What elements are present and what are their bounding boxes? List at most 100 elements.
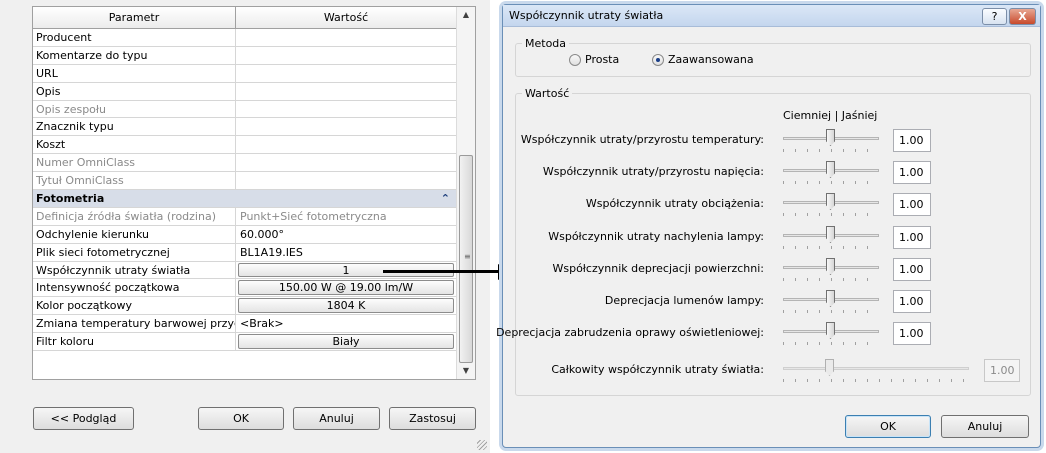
factor-slider[interactable] xyxy=(783,161,879,185)
row-key: Tytuł OmniClass xyxy=(33,172,236,190)
factor-label: Współczynnik utraty nachylenia lampy: xyxy=(548,230,764,243)
row-key: Koszt xyxy=(33,136,236,154)
factor-row-ballast: Współczynnik utraty obciążenia: 1.00 xyxy=(503,193,1040,217)
slider-thumb[interactable] xyxy=(826,322,835,339)
factor-row-surface: Współczynnik deprecjacji powierzchni: 1.… xyxy=(503,258,1040,282)
row-tilt-angle[interactable]: Odchylenie kierunku 60.000° xyxy=(33,225,456,244)
initial-color-button[interactable]: 1804 K xyxy=(238,298,454,314)
radio-advanced[interactable]: Zaawansowana xyxy=(652,53,754,66)
grid-header: Parametr Wartość xyxy=(33,7,456,29)
row-value[interactable]: 60.000° xyxy=(236,226,456,243)
grid-rows: Producent Komentarze do typu URL Opis Op… xyxy=(33,29,456,352)
row-key: Zmiana temperatury barwowej przyci xyxy=(33,315,236,333)
row-value[interactable] xyxy=(236,29,456,46)
slider-thumb[interactable] xyxy=(826,193,835,210)
row-color-filter[interactable]: Filtr koloru Biały xyxy=(33,333,456,352)
factor-label: Współczynnik deprecjacji powierzchni: xyxy=(552,262,764,275)
row-value[interactable] xyxy=(236,136,456,153)
row-photometric-web-file[interactable]: Plik sieci fotometrycznej BL1A19.IES xyxy=(33,243,456,262)
row-initial-intensity[interactable]: Intensywność początkowa 150.00 W @ 19.00… xyxy=(33,279,456,298)
help-button[interactable]: ? xyxy=(982,8,1007,25)
row-key: Znacznik typu xyxy=(33,118,236,136)
slider-thumb[interactable] xyxy=(826,290,835,307)
row-value xyxy=(236,172,456,189)
dialog-title-bar[interactable]: Współczynnik utraty światła ? X xyxy=(503,5,1040,27)
row-value[interactable]: BL1A19.IES xyxy=(236,244,456,261)
slider-thumb[interactable] xyxy=(826,161,835,178)
row-producent[interactable]: Producent xyxy=(33,29,456,47)
slider-thumb[interactable] xyxy=(826,226,835,243)
row-key: URL xyxy=(33,64,236,82)
slider-thumb[interactable] xyxy=(826,258,835,275)
row-value[interactable] xyxy=(236,83,456,100)
row-initial-color[interactable]: Kolor początkowy 1804 K xyxy=(33,297,456,316)
row-key: Producent xyxy=(33,29,236,46)
value-label: Wartość xyxy=(522,87,573,100)
close-button[interactable]: X xyxy=(1009,8,1036,25)
factor-slider[interactable] xyxy=(783,258,879,282)
row-key: Komentarze do typu xyxy=(33,46,236,64)
row-key: Odchylenie kierunku xyxy=(33,225,236,243)
factor-value-input[interactable]: 1.00 xyxy=(893,161,931,184)
factor-row-dirt: Deprecjacja zabrudzenia oprawy oświetlen… xyxy=(496,322,1040,346)
factor-row-lamp-tilt: Współczynnik utraty nachylenia lampy: 1.… xyxy=(503,226,1040,250)
row-key: Intensywność początkowa xyxy=(33,279,236,297)
dialog-cancel-button[interactable]: Anuluj xyxy=(941,415,1029,438)
factor-value-input[interactable]: 1.00 xyxy=(893,129,931,152)
method-group: Metoda Prosta Zaawansowana xyxy=(515,37,1031,77)
row-value[interactable] xyxy=(236,47,456,64)
factor-value-input[interactable]: 1.00 xyxy=(893,322,931,345)
light-loss-factor-dialog: Współczynnik utraty światła ? X Metoda P… xyxy=(496,4,1041,448)
preview-button[interactable]: << Podgląd xyxy=(33,407,134,430)
scroll-up-icon[interactable]: ▲ xyxy=(457,7,475,23)
slider-thumb xyxy=(825,359,834,376)
factor-row-voltage: Współczynnik utraty/przyrostu napięcia: … xyxy=(503,161,1040,185)
row-type-comments[interactable]: Komentarze do typu xyxy=(33,46,456,65)
section-photometry[interactable]: Fotometria ⌃ xyxy=(33,190,456,208)
header-value[interactable]: Wartość xyxy=(236,7,456,28)
header-parameter[interactable]: Parametr xyxy=(33,7,236,28)
ok-button[interactable]: OK xyxy=(198,407,284,430)
row-value-cell: 1804 K xyxy=(236,297,456,314)
factor-slider[interactable] xyxy=(783,322,879,346)
factor-label: Deprecjacja lumenów lampy: xyxy=(604,294,764,307)
row-dimming-color-temperature[interactable]: Zmiana temperatury barwowej przyci <Brak… xyxy=(33,315,456,334)
vertical-scrollbar[interactable]: ▲ ≡ ▼ xyxy=(456,7,475,379)
row-url[interactable]: URL xyxy=(33,64,456,83)
initial-intensity-button[interactable]: 150.00 W @ 19.00 lm/W xyxy=(238,280,454,296)
row-key: Plik sieci fotometrycznej xyxy=(33,243,236,261)
row-cost[interactable]: Koszt xyxy=(33,136,456,155)
collapse-icon[interactable]: ⌃ xyxy=(441,190,450,207)
scroll-down-icon[interactable]: ▼ xyxy=(457,363,475,379)
total-slider xyxy=(783,359,969,383)
resize-grip-icon[interactable] xyxy=(477,440,487,450)
factor-value-input[interactable]: 1.00 xyxy=(893,193,931,216)
cancel-button[interactable]: Anuluj xyxy=(293,407,380,430)
scroll-thumb[interactable]: ≡ xyxy=(459,155,473,363)
radio-simple-label: Prosta xyxy=(585,53,620,66)
factor-slider[interactable] xyxy=(783,226,879,250)
row-description[interactable]: Opis xyxy=(33,82,456,101)
row-type-mark[interactable]: Znacznik typu xyxy=(33,118,456,137)
radio-advanced-label: Zaawansowana xyxy=(668,53,754,66)
factor-slider[interactable] xyxy=(783,129,879,153)
factor-value-input[interactable]: 1.00 xyxy=(893,258,931,281)
row-assembly-description: Opis zespołu xyxy=(33,100,456,119)
factor-slider[interactable] xyxy=(783,193,879,217)
color-filter-button[interactable]: Biały xyxy=(238,334,454,350)
apply-button[interactable]: Zastosuj xyxy=(389,407,476,430)
factor-slider[interactable] xyxy=(783,290,879,314)
slider-thumb[interactable] xyxy=(826,129,835,146)
row-value-cell: 150.00 W @ 19.00 lm/W xyxy=(236,279,456,296)
row-value[interactable] xyxy=(236,118,456,135)
row-value[interactable] xyxy=(236,65,456,82)
radio-on-icon xyxy=(652,53,664,66)
dialog-ok-button[interactable]: OK xyxy=(845,415,931,438)
row-value[interactable]: <Brak> xyxy=(236,315,456,332)
radio-simple[interactable]: Prosta xyxy=(569,53,619,66)
row-key: Opis xyxy=(33,82,236,100)
factor-value-input[interactable]: 1.00 xyxy=(893,290,931,313)
row-key: Współczynnik utraty światła xyxy=(33,261,236,279)
factor-value-input[interactable]: 1.00 xyxy=(893,226,931,249)
properties-grid: Parametr Wartość Producent Komentarze do… xyxy=(32,6,476,380)
